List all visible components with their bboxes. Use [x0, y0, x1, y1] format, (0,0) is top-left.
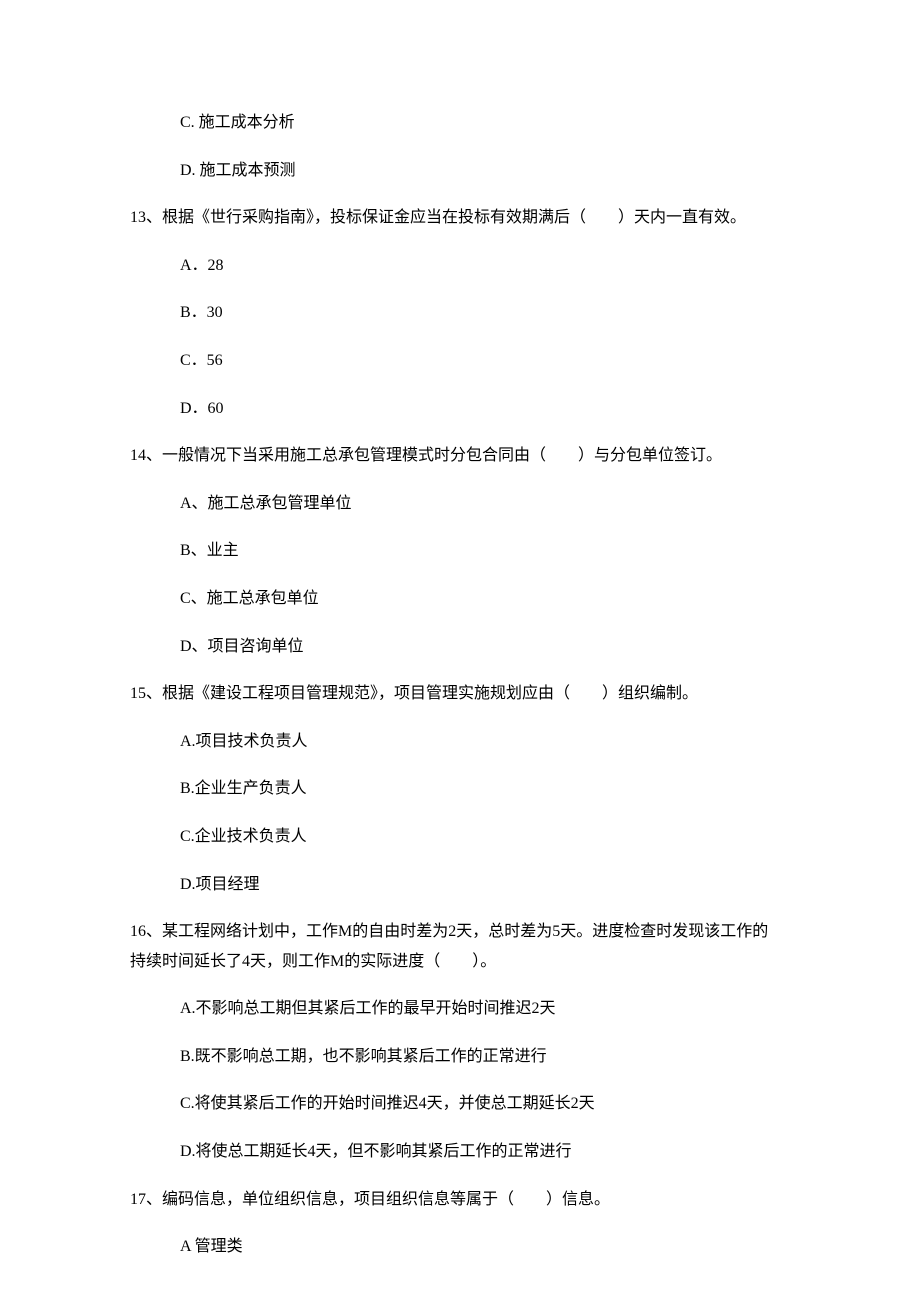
q13-option-a: A．28 [180, 253, 790, 279]
q14-option-c: C、施工总承包单位 [180, 586, 790, 612]
q16-stem-line2: 持续时间延长了4天，则工作M的实际进度（ ）。 [130, 949, 790, 975]
q15-option-d: D.项目经理 [180, 872, 790, 898]
q15-option-a: A.项目技术负责人 [180, 729, 790, 755]
q16-option-d: D.将使总工期延长4天，但不影响其紧后工作的正常进行 [180, 1139, 790, 1165]
q13-option-d: D．60 [180, 396, 790, 422]
q14-stem: 14、一般情况下当采用施工总承包管理模式时分包合同由（ ）与分包单位签订。 [130, 443, 790, 469]
q13-stem: 13、根据《世行采购指南》，投标保证金应当在投标有效期满后（ ）天内一直有效。 [130, 205, 790, 231]
q15-stem: 15、根据《建设工程项目管理规范》，项目管理实施规划应由（ ）组织编制。 [130, 681, 790, 707]
q14-option-d: D、项目咨询单位 [180, 634, 790, 660]
q13-option-c: C．56 [180, 348, 790, 374]
q17-stem: 17、编码信息，单位组织信息，项目组织信息等属于（ ）信息。 [130, 1187, 790, 1213]
q15-option-c: C.企业技术负责人 [180, 824, 790, 850]
q12-option-d: D. 施工成本预测 [180, 158, 790, 184]
q14-option-a: A、施工总承包管理单位 [180, 491, 790, 517]
q15-option-b: B.企业生产负责人 [180, 776, 790, 802]
q16-option-c: C.将使其紧后工作的开始时间推迟4天，并使总工期延长2天 [180, 1091, 790, 1117]
q16-stem-line1: 16、某工程网络计划中，工作M的自由时差为2天，总时差为5天。进度检查时发现该工… [130, 919, 790, 945]
q13-option-b: B．30 [180, 300, 790, 326]
q17-option-a: A 管理类 [180, 1234, 790, 1260]
q16-option-a: A.不影响总工期但其紧后工作的最早开始时间推迟2天 [180, 996, 790, 1022]
q16-option-b: B.既不影响总工期，也不影响其紧后工作的正常进行 [180, 1044, 790, 1070]
q12-option-c: C. 施工成本分析 [180, 110, 790, 136]
q14-option-b: B、业主 [180, 538, 790, 564]
